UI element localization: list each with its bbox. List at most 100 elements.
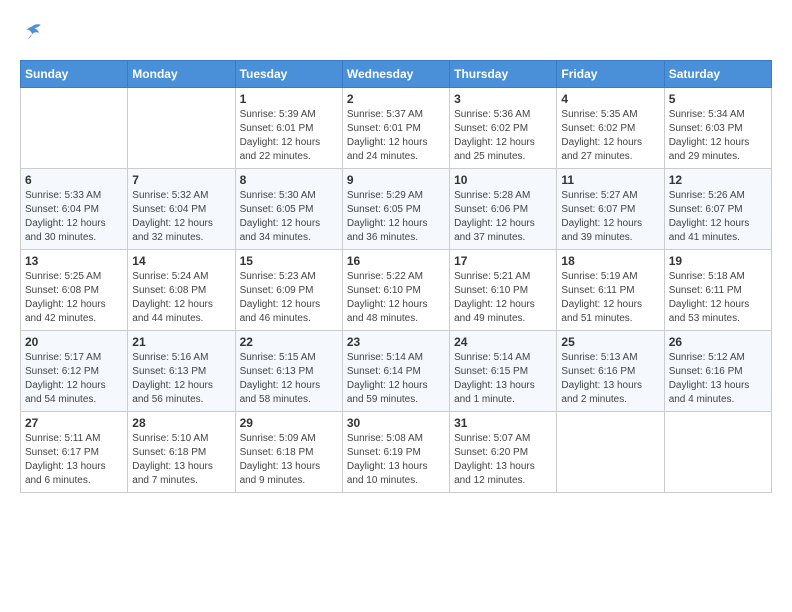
calendar-cell: 17 Sunrise: 5:21 AM Sunset: 6:10 PM Dayli… — [450, 250, 557, 331]
page-header — [20, 20, 772, 44]
calendar-header-row: SundayMondayTuesdayWednesdayThursdayFrid… — [21, 61, 772, 88]
day-info: Sunrise: 5:12 AM Sunset: 6:16 PM Dayligh… — [669, 351, 767, 407]
day-number: 20 — [25, 335, 123, 349]
day-number: 17 — [454, 254, 552, 268]
day-header-friday: Friday — [557, 61, 664, 88]
day-info: Sunrise: 5:19 AM Sunset: 6:11 PM Dayligh… — [561, 270, 659, 326]
day-info: Sunrise: 5:30 AM Sunset: 6:05 PM Dayligh… — [240, 189, 338, 245]
day-number: 27 — [25, 416, 123, 430]
calendar-cell: 26 Sunrise: 5:12 AM Sunset: 6:16 PM Dayli… — [664, 331, 771, 412]
day-number: 18 — [561, 254, 659, 268]
calendar-cell: 5 Sunrise: 5:34 AM Sunset: 6:03 PM Daylig… — [664, 88, 771, 169]
day-info: Sunrise: 5:34 AM Sunset: 6:03 PM Dayligh… — [669, 108, 767, 164]
day-number: 14 — [132, 254, 230, 268]
calendar-cell: 15Sunrise: 5:23 AM Sunset: 6:09 PM Dayli… — [235, 250, 342, 331]
day-number: 25 — [561, 335, 659, 349]
calendar-cell: 28 Sunrise: 5:10 AM Sunset: 6:18 PM Dayli… — [128, 412, 235, 493]
day-number: 26 — [669, 335, 767, 349]
calendar-cell — [664, 412, 771, 493]
calendar-cell — [557, 412, 664, 493]
calendar-cell: 19 Sunrise: 5:18 AM Sunset: 6:11 PM Dayli… — [664, 250, 771, 331]
day-info: Sunrise: 5:29 AM Sunset: 6:05 PM Dayligh… — [347, 189, 445, 245]
calendar-cell: 25 Sunrise: 5:13 AM Sunset: 6:16 PM Dayli… — [557, 331, 664, 412]
calendar-cell: 21Sunrise: 5:16 AM Sunset: 6:13 PM Dayli… — [128, 331, 235, 412]
day-number: 2 — [347, 92, 445, 106]
calendar-cell: 20 Sunrise: 5:17 AM Sunset: 6:12 PM Dayli… — [21, 331, 128, 412]
calendar-cell: 14Sunrise: 5:24 AM Sunset: 6:08 PM Dayli… — [128, 250, 235, 331]
day-header-saturday: Saturday — [664, 61, 771, 88]
day-number: 9 — [347, 173, 445, 187]
week-row-3: 13Sunrise: 5:25 AM Sunset: 6:08 PM Dayli… — [21, 250, 772, 331]
day-number: 24 — [454, 335, 552, 349]
day-info: Sunrise: 5:33 AM Sunset: 6:04 PM Dayligh… — [25, 189, 123, 245]
week-row-5: 27 Sunrise: 5:11 AM Sunset: 6:17 PM Dayli… — [21, 412, 772, 493]
calendar-cell: 6 Sunrise: 5:33 AM Sunset: 6:04 PM Daylig… — [21, 169, 128, 250]
day-info: Sunrise: 5:22 AM Sunset: 6:10 PM Dayligh… — [347, 270, 445, 326]
week-row-1: 1Sunrise: 5:39 AM Sunset: 6:01 PM Daylig… — [21, 88, 772, 169]
day-number: 30 — [347, 416, 445, 430]
calendar-cell: 30 Sunrise: 5:08 AM Sunset: 6:19 PM Dayli… — [342, 412, 449, 493]
day-header-monday: Monday — [128, 61, 235, 88]
day-info: Sunrise: 5:17 AM Sunset: 6:12 PM Dayligh… — [25, 351, 123, 407]
calendar-cell: 23Sunrise: 5:14 AM Sunset: 6:14 PM Dayli… — [342, 331, 449, 412]
logo-bird-icon — [20, 20, 44, 44]
calendar-cell: 8 Sunrise: 5:30 AM Sunset: 6:05 PM Daylig… — [235, 169, 342, 250]
calendar-cell: 27 Sunrise: 5:11 AM Sunset: 6:17 PM Dayli… — [21, 412, 128, 493]
calendar-cell: 4Sunrise: 5:35 AM Sunset: 6:02 PM Daylig… — [557, 88, 664, 169]
calendar-cell — [21, 88, 128, 169]
day-number: 5 — [669, 92, 767, 106]
day-number: 12 — [669, 173, 767, 187]
calendar-cell: 7 Sunrise: 5:32 AM Sunset: 6:04 PM Daylig… — [128, 169, 235, 250]
day-number: 13 — [25, 254, 123, 268]
day-info: Sunrise: 5:27 AM Sunset: 6:07 PM Dayligh… — [561, 189, 659, 245]
day-info: Sunrise: 5:08 AM Sunset: 6:19 PM Dayligh… — [347, 432, 445, 488]
day-number: 10 — [454, 173, 552, 187]
day-number: 4 — [561, 92, 659, 106]
day-info: Sunrise: 5:26 AM Sunset: 6:07 PM Dayligh… — [669, 189, 767, 245]
day-info: Sunrise: 5:07 AM Sunset: 6:20 PM Dayligh… — [454, 432, 552, 488]
calendar-cell: 1Sunrise: 5:39 AM Sunset: 6:01 PM Daylig… — [235, 88, 342, 169]
day-info: Sunrise: 5:39 AM Sunset: 6:01 PM Dayligh… — [240, 108, 338, 164]
day-header-sunday: Sunday — [21, 61, 128, 88]
day-info: Sunrise: 5:09 AM Sunset: 6:18 PM Dayligh… — [240, 432, 338, 488]
calendar-cell — [128, 88, 235, 169]
calendar-cell: 24 Sunrise: 5:14 AM Sunset: 6:15 PM Dayli… — [450, 331, 557, 412]
calendar-cell: 3 Sunrise: 5:36 AM Sunset: 6:02 PM Daylig… — [450, 88, 557, 169]
day-info: Sunrise: 5:10 AM Sunset: 6:18 PM Dayligh… — [132, 432, 230, 488]
calendar-cell: 10 Sunrise: 5:28 AM Sunset: 6:06 PM Dayli… — [450, 169, 557, 250]
day-number: 22 — [240, 335, 338, 349]
day-header-wednesday: Wednesday — [342, 61, 449, 88]
day-header-tuesday: Tuesday — [235, 61, 342, 88]
calendar-cell: 31 Sunrise: 5:07 AM Sunset: 6:20 PM Dayli… — [450, 412, 557, 493]
day-info: Sunrise: 5:32 AM Sunset: 6:04 PM Dayligh… — [132, 189, 230, 245]
calendar-cell: 9 Sunrise: 5:29 AM Sunset: 6:05 PM Daylig… — [342, 169, 449, 250]
day-info: Sunrise: 5:11 AM Sunset: 6:17 PM Dayligh… — [25, 432, 123, 488]
day-number: 11 — [561, 173, 659, 187]
day-number: 21 — [132, 335, 230, 349]
day-number: 15 — [240, 254, 338, 268]
day-info: Sunrise: 5:28 AM Sunset: 6:06 PM Dayligh… — [454, 189, 552, 245]
day-number: 3 — [454, 92, 552, 106]
logo — [20, 20, 48, 44]
day-number: 31 — [454, 416, 552, 430]
week-row-2: 6 Sunrise: 5:33 AM Sunset: 6:04 PM Daylig… — [21, 169, 772, 250]
calendar-cell: 16 Sunrise: 5:22 AM Sunset: 6:10 PM Dayli… — [342, 250, 449, 331]
day-info: Sunrise: 5:37 AM Sunset: 6:01 PM Dayligh… — [347, 108, 445, 164]
day-info: Sunrise: 5:21 AM Sunset: 6:10 PM Dayligh… — [454, 270, 552, 326]
day-number: 16 — [347, 254, 445, 268]
day-header-thursday: Thursday — [450, 61, 557, 88]
day-number: 7 — [132, 173, 230, 187]
day-number: 28 — [132, 416, 230, 430]
day-info: Sunrise: 5:18 AM Sunset: 6:11 PM Dayligh… — [669, 270, 767, 326]
day-number: 6 — [25, 173, 123, 187]
day-info: Sunrise: 5:14 AM Sunset: 6:15 PM Dayligh… — [454, 351, 552, 407]
calendar-cell: 13Sunrise: 5:25 AM Sunset: 6:08 PM Dayli… — [21, 250, 128, 331]
calendar-cell: 22 Sunrise: 5:15 AM Sunset: 6:13 PM Dayli… — [235, 331, 342, 412]
day-info: Sunrise: 5:36 AM Sunset: 6:02 PM Dayligh… — [454, 108, 552, 164]
day-number: 8 — [240, 173, 338, 187]
day-info: Sunrise: 5:15 AM Sunset: 6:13 PM Dayligh… — [240, 351, 338, 407]
day-number: 19 — [669, 254, 767, 268]
calendar-cell: 2 Sunrise: 5:37 AM Sunset: 6:01 PM Daylig… — [342, 88, 449, 169]
day-info: Sunrise: 5:13 AM Sunset: 6:16 PM Dayligh… — [561, 351, 659, 407]
day-number: 29 — [240, 416, 338, 430]
